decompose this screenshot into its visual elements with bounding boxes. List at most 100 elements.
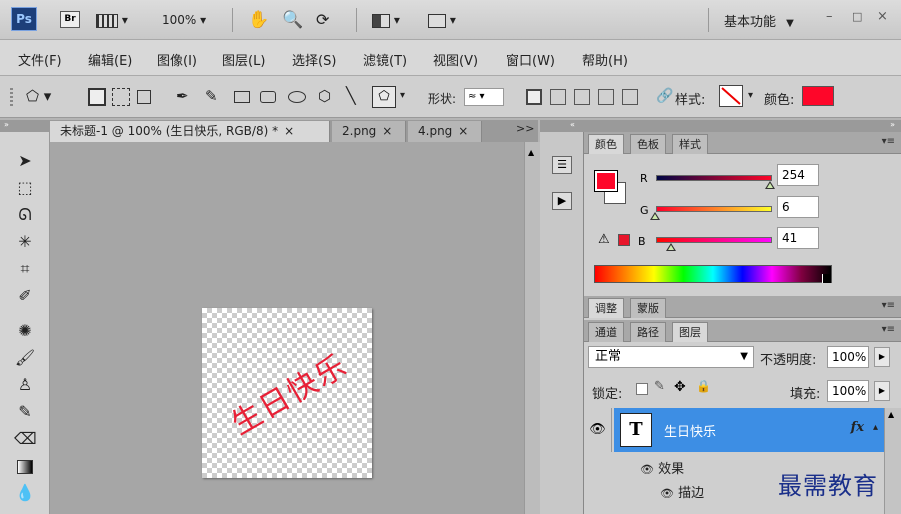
hand-tool-icon[interactable]: ✋ xyxy=(248,10,269,30)
canvas-scrollbar[interactable]: ▲ xyxy=(524,142,540,514)
blend-mode-dropdown[interactable]: 正常 ▼ xyxy=(588,346,754,368)
fill-pixels-icon[interactable] xyxy=(137,90,151,104)
color-swatch[interactable] xyxy=(802,86,834,106)
blur-tool-icon[interactable]: 💧 xyxy=(14,482,36,504)
layer-name[interactable]: 生日快乐 xyxy=(664,421,716,440)
layer-row-text[interactable]: T 生日快乐 fx ▴ xyxy=(614,408,884,452)
crop-tool-icon[interactable]: ⌗ xyxy=(14,258,36,280)
scroll-up-icon[interactable]: ▲ xyxy=(888,410,894,419)
lock-pixels-icon[interactable]: ✎ xyxy=(654,379,665,394)
tab-color[interactable]: 颜色 xyxy=(588,134,624,154)
panel-menu-icon[interactable]: ▾≡ xyxy=(882,300,895,311)
gradient-tool-icon[interactable] xyxy=(14,455,36,477)
menu-edit[interactable]: 编辑(E) xyxy=(88,50,132,69)
stroke-effect-row[interactable]: 👁 描边 xyxy=(660,482,704,501)
fill-input[interactable]: 100% xyxy=(827,380,869,402)
expand-effects-icon[interactable]: ▴ xyxy=(873,422,878,433)
menu-view[interactable]: 视图(V) xyxy=(433,50,478,69)
foreground-color-swatch[interactable] xyxy=(594,170,618,192)
bridge-button[interactable]: Br xyxy=(60,11,80,28)
channel-r-thumb[interactable] xyxy=(765,181,775,189)
tab-masks[interactable]: 蒙版 xyxy=(630,298,666,318)
tab-swatches[interactable]: 色板 xyxy=(630,134,666,154)
tab-4-png[interactable]: 4.png × xyxy=(408,121,482,142)
freeform-pen-icon[interactable]: ✎ xyxy=(205,87,218,105)
arrange-documents-button[interactable]: ▾ xyxy=(372,10,400,30)
view-extras-button[interactable]: ▾ xyxy=(96,10,128,30)
menu-help[interactable]: 帮助(H) xyxy=(582,50,628,69)
lasso-tool-icon[interactable]: ᘏ xyxy=(14,204,36,226)
tools-collapse-icon[interactable]: » xyxy=(0,120,50,132)
channel-g-thumb[interactable] xyxy=(650,212,660,220)
channel-b-value[interactable]: 41 xyxy=(777,227,819,249)
opacity-stepper[interactable]: ▶ xyxy=(874,347,890,367)
channel-g-value[interactable]: 6 xyxy=(777,196,819,218)
maximize-button[interactable]: □ xyxy=(852,10,862,23)
rectangle-icon[interactable] xyxy=(234,91,250,103)
fill-stepper[interactable]: ▶ xyxy=(874,381,890,401)
shape-layers-icon[interactable] xyxy=(88,88,106,106)
lock-all-icon[interactable]: 🔒 xyxy=(696,379,711,393)
scroll-up-icon[interactable]: ▲ xyxy=(528,148,534,157)
actions-panel-icon[interactable]: ▶ xyxy=(552,192,572,210)
dock-collapse-icon[interactable]: « xyxy=(540,120,584,132)
tab-2-png[interactable]: 2.png × xyxy=(332,121,406,142)
effects-row[interactable]: 👁 效果 xyxy=(640,458,684,477)
pen-tool-icon[interactable]: ✒ xyxy=(176,87,189,105)
healing-brush-icon[interactable]: ✺ xyxy=(14,320,36,342)
exclude-shape-icon[interactable] xyxy=(622,89,638,105)
move-tool-icon[interactable]: ➤ xyxy=(14,150,36,172)
close-button[interactable]: × xyxy=(877,9,888,24)
link-icon[interactable]: 🔗 xyxy=(656,88,673,104)
tab-close-icon[interactable]: × xyxy=(284,124,294,138)
canvas-area[interactable]: 生日快乐 xyxy=(50,142,538,514)
document-canvas[interactable]: 生日快乐 xyxy=(202,308,372,478)
magic-wand-icon[interactable]: ✳ xyxy=(14,231,36,253)
channel-g-slider[interactable] xyxy=(656,206,772,212)
menu-image[interactable]: 图像(I) xyxy=(157,50,197,69)
color-spectrum-ramp[interactable] xyxy=(594,265,832,283)
rotate-view-icon[interactable]: ⟳ xyxy=(316,10,329,30)
menu-layer[interactable]: 图层(L) xyxy=(222,50,265,69)
custom-shape-tool-icon[interactable]: ⬠ ▾ xyxy=(26,87,51,105)
zoom-level-dropdown[interactable]: 100% ▾ xyxy=(162,10,206,30)
gamut-swatch[interactable] xyxy=(618,234,630,246)
screen-mode-button[interactable]: ▾ xyxy=(428,10,456,30)
subtract-shape-icon[interactable] xyxy=(574,89,590,105)
channel-r-value[interactable]: 254 xyxy=(777,164,819,186)
lock-position-icon[interactable]: ✥ xyxy=(674,379,686,395)
eyedropper-tool-icon[interactable]: ✐ xyxy=(14,285,36,307)
ellipse-icon[interactable] xyxy=(288,91,306,103)
panel-menu-icon[interactable]: ▾≡ xyxy=(882,324,895,335)
rounded-rectangle-icon[interactable] xyxy=(260,91,276,103)
layer-visibility-eye-icon[interactable]: 👁 xyxy=(584,408,612,452)
tabs-overflow-button[interactable]: >> xyxy=(516,122,534,135)
history-panel-icon[interactable]: ☰ xyxy=(552,156,572,174)
tab-close-icon[interactable]: × xyxy=(458,124,468,138)
clone-stamp-icon[interactable]: ♙ xyxy=(14,374,36,396)
tab-layers[interactable]: 图层 xyxy=(672,322,708,342)
panels-collapse-icon[interactable]: » xyxy=(584,120,901,132)
menu-select[interactable]: 选择(S) xyxy=(292,50,336,69)
layers-scrollbar[interactable]: ▲ xyxy=(884,408,901,514)
add-to-shape-icon[interactable] xyxy=(550,89,566,105)
tab-adjustments[interactable]: 调整 xyxy=(588,298,624,318)
effects-eye-icon[interactable]: 👁 xyxy=(640,463,654,476)
style-dropdown-icon[interactable]: ▾ xyxy=(748,90,753,101)
history-brush-icon[interactable]: ✎ xyxy=(14,401,36,423)
shape-picker-dropdown[interactable]: ≈ ▾ xyxy=(464,88,504,106)
intersect-shape-icon[interactable] xyxy=(598,89,614,105)
stroke-eye-icon[interactable]: 👁 xyxy=(660,487,674,500)
minimize-button[interactable]: – xyxy=(826,9,833,24)
tab-channels[interactable]: 通道 xyxy=(588,322,624,342)
layer-effects-fx-icon[interactable]: fx xyxy=(851,420,864,435)
panel-menu-icon[interactable]: ▾≡ xyxy=(882,136,895,147)
lock-transparency-icon[interactable] xyxy=(636,383,648,395)
menu-window[interactable]: 窗口(W) xyxy=(506,50,555,69)
out-of-gamut-warning-icon[interactable]: ⚠ xyxy=(598,232,610,247)
polygon-icon[interactable]: ⬡ xyxy=(318,87,331,105)
tab-close-icon[interactable]: × xyxy=(382,124,392,138)
line-icon[interactable]: ╲ xyxy=(346,86,356,105)
tab-styles[interactable]: 样式 xyxy=(672,134,708,154)
zoom-tool-icon[interactable]: 🔍 xyxy=(282,10,303,30)
